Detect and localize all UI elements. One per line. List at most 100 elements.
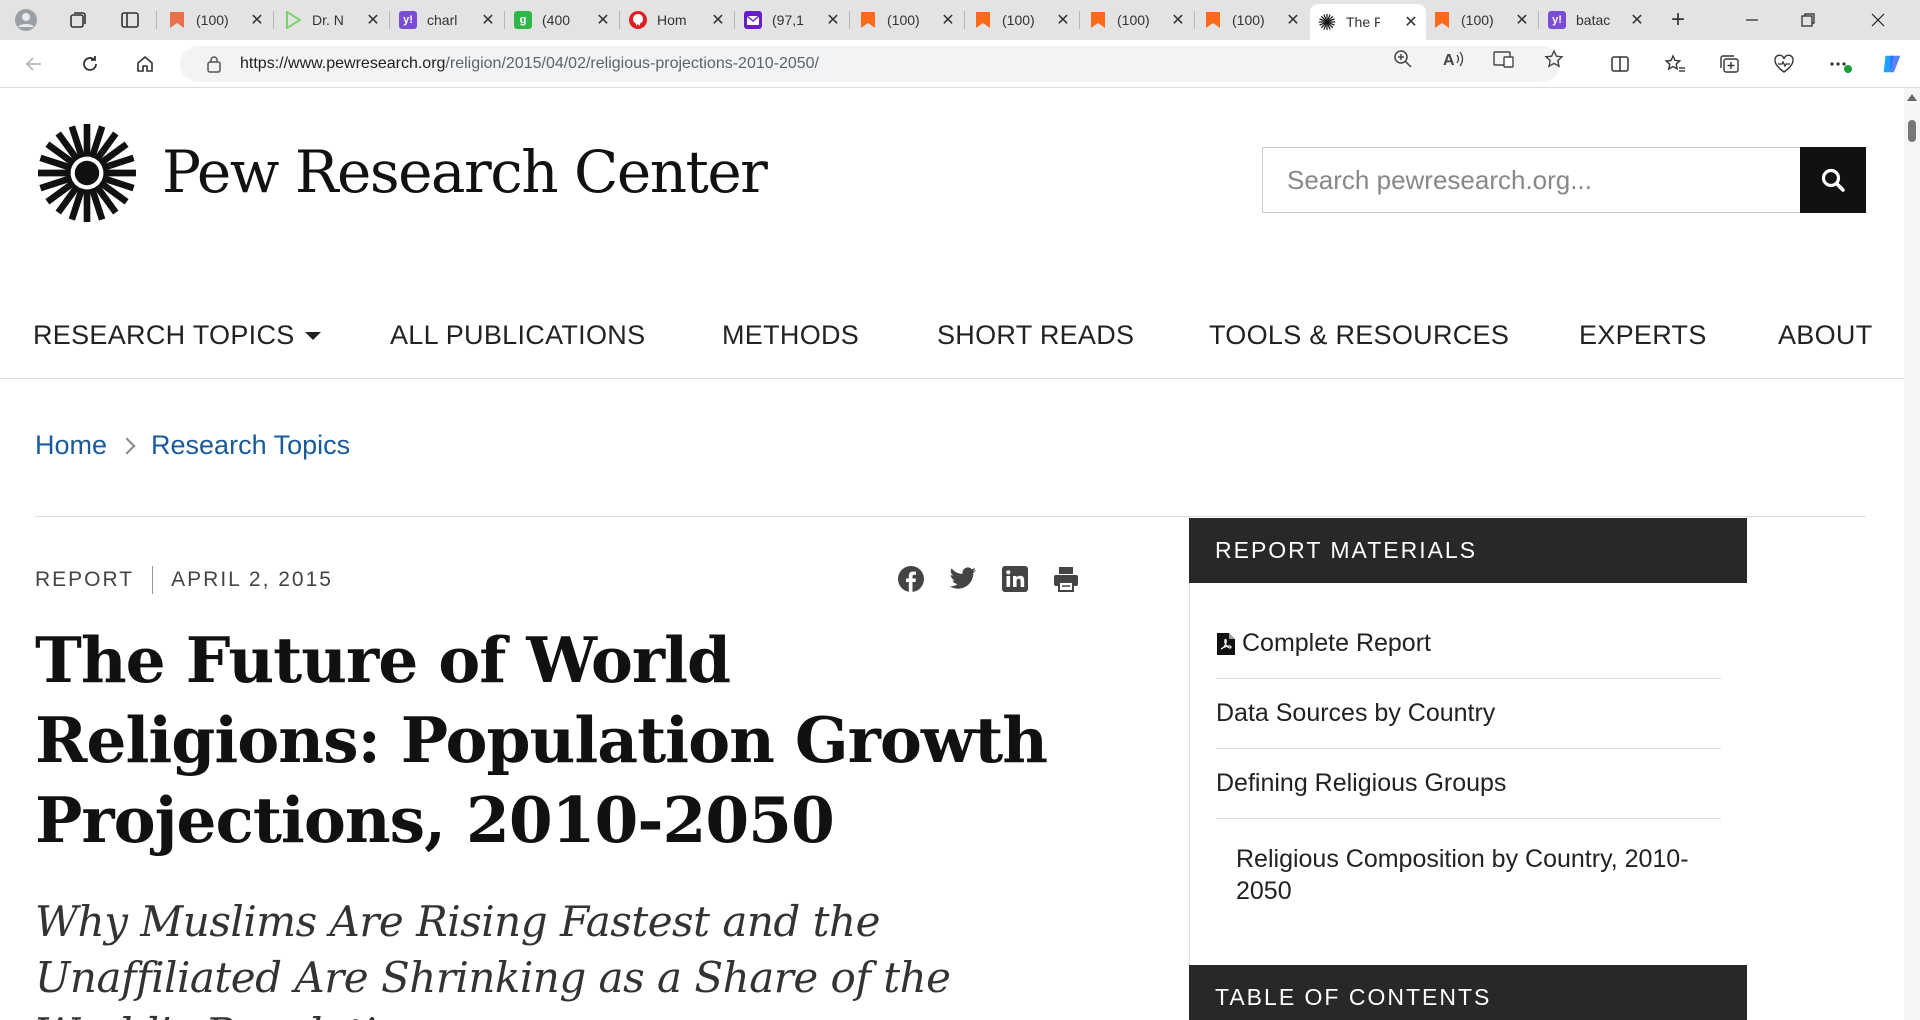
- read-aloud-icon[interactable]: A: [1443, 48, 1465, 70]
- nav-about[interactable]: ABOUT: [1778, 320, 1873, 351]
- religious-composition-link[interactable]: Religious Composition by Country, 2010-2…: [1216, 819, 1721, 907]
- more-options-icon[interactable]: [1828, 52, 1852, 76]
- tab-favicon-icon: [974, 11, 992, 29]
- pew-logo-icon[interactable]: [36, 122, 138, 224]
- address-bar-row: https://www.pewresearch.org/religion/201…: [0, 40, 1920, 88]
- close-tab-icon[interactable]: ✕: [1286, 10, 1300, 30]
- close-tab-icon[interactable]: ✕: [481, 10, 495, 30]
- browser-tab[interactable]: y! charl ✕: [391, 4, 503, 36]
- tab-actions-icon[interactable]: [118, 8, 142, 32]
- complete-report-label: Complete Report: [1242, 629, 1431, 657]
- article-subtitle: Why Muslims Are Rising Fastest and the U…: [35, 897, 951, 1020]
- site-search: [1262, 147, 1866, 213]
- browser-tab[interactable]: (100) ✕: [160, 4, 272, 36]
- browser-tab[interactable]: g (400 ✕: [506, 4, 618, 36]
- nav-research-topics[interactable]: RESEARCH TOPICS: [33, 320, 321, 351]
- browser-essentials-icon[interactable]: [1772, 52, 1796, 76]
- report-materials-header: REPORT MATERIALS: [1189, 518, 1747, 583]
- article-date: APRIL 2, 2015: [171, 568, 333, 591]
- url-domain: https://www.pewresearch.org: [240, 55, 446, 72]
- app-available-icon[interactable]: [1493, 48, 1515, 70]
- browser-tab[interactable]: Hom ✕: [621, 4, 733, 36]
- close-tab-icon[interactable]: ✕: [1171, 10, 1185, 30]
- search-input[interactable]: [1263, 148, 1800, 212]
- url-field[interactable]: https://www.pewresearch.org/religion/201…: [180, 46, 1560, 82]
- browser-tab[interactable]: (100) ✕: [1081, 4, 1193, 36]
- home-button[interactable]: [133, 52, 157, 76]
- close-window-button[interactable]: [1850, 0, 1906, 40]
- tab-title: batac: [1576, 12, 1610, 28]
- close-tab-icon[interactable]: ✕: [1630, 10, 1644, 30]
- browser-tab[interactable]: (100) ✕: [966, 4, 1078, 36]
- twitter-share-icon[interactable]: [948, 564, 978, 594]
- nav-short-reads[interactable]: SHORT READS: [937, 320, 1134, 351]
- tab-favicon-icon: g: [514, 11, 532, 29]
- favorite-star-icon[interactable]: [1543, 48, 1565, 70]
- close-tab-icon[interactable]: ✕: [1404, 12, 1418, 32]
- nav-experts[interactable]: EXPERTS: [1579, 320, 1707, 351]
- breadcrumb-research-topics[interactable]: Research Topics: [151, 430, 350, 461]
- tab-separator: [504, 11, 505, 29]
- minimize-button[interactable]: [1724, 0, 1780, 40]
- lock-icon[interactable]: [206, 55, 222, 73]
- article-meta: REPORT APRIL 2, 2015: [35, 566, 333, 594]
- profile-icon[interactable]: [14, 8, 38, 32]
- browser-tab[interactable]: y! batac ✕: [1540, 4, 1652, 36]
- complete-report-link[interactable]: Complete Report: [1216, 609, 1721, 679]
- close-tab-icon[interactable]: ✕: [941, 10, 955, 30]
- restore-button[interactable]: [1780, 0, 1836, 40]
- tab-separator: [734, 11, 735, 29]
- tab-separator: [1538, 11, 1539, 29]
- breadcrumb-divider: [35, 516, 1866, 517]
- close-tab-icon[interactable]: ✕: [596, 10, 610, 30]
- scroll-up-arrow-icon[interactable]: [1907, 94, 1917, 101]
- close-tab-icon[interactable]: ✕: [1515, 10, 1529, 30]
- main-navigation: RESEARCH TOPICS ALL PUBLICATIONS METHODS…: [0, 320, 1904, 370]
- report-materials-panel: REPORT MATERIALS Complete Report Data So…: [1189, 518, 1747, 1020]
- facebook-share-icon[interactable]: [896, 564, 926, 594]
- scrollbar-thumb[interactable]: [1908, 120, 1916, 142]
- back-button[interactable]: [22, 52, 46, 76]
- nav-methods[interactable]: METHODS: [722, 320, 859, 351]
- copilot-icon[interactable]: [1880, 52, 1904, 76]
- browser-tab[interactable]: The F ✕: [1310, 4, 1426, 40]
- refresh-button[interactable]: [78, 52, 102, 76]
- browser-tab[interactable]: Dr. N ✕: [276, 4, 388, 36]
- close-tab-icon[interactable]: ✕: [1056, 10, 1070, 30]
- tab-title: Hom: [657, 12, 687, 28]
- article-title: The Future of World Religions: Populatio…: [35, 623, 1048, 857]
- workspaces-icon[interactable]: [66, 8, 90, 32]
- site-brand[interactable]: Pew Research Center: [162, 138, 768, 206]
- caret-down-icon: [304, 331, 321, 340]
- new-tab-button[interactable]: +: [1666, 6, 1690, 33]
- nav-tools-resources[interactable]: TOOLS & RESOURCES: [1209, 320, 1509, 351]
- search-button[interactable]: [1800, 147, 1866, 213]
- page-scrollbar[interactable]: [1904, 88, 1920, 1020]
- nav-all-publications[interactable]: ALL PUBLICATIONS: [390, 320, 645, 351]
- browser-tab[interactable]: (100) ✕: [1196, 4, 1308, 36]
- split-screen-icon[interactable]: [1608, 52, 1632, 76]
- url-path: /religion/2015/04/02/religious-projectio…: [445, 55, 819, 72]
- close-tab-icon[interactable]: ✕: [711, 10, 725, 30]
- browser-tab[interactable]: (100) ✕: [851, 4, 963, 36]
- zoom-icon[interactable]: [1392, 48, 1414, 70]
- collections-icon[interactable]: [1718, 52, 1742, 76]
- print-icon[interactable]: [1051, 564, 1081, 594]
- linkedin-share-icon[interactable]: [1000, 564, 1030, 594]
- browser-tab[interactable]: (97,1 ✕: [736, 4, 848, 36]
- tab-title: (100): [1461, 12, 1494, 28]
- defining-religious-groups-link[interactable]: Defining Religious Groups: [1216, 749, 1721, 819]
- tab-favicon-icon: [1204, 11, 1222, 29]
- article-type: REPORT: [35, 568, 135, 591]
- tab-separator: [1194, 11, 1195, 29]
- svg-text:A: A: [1443, 52, 1455, 69]
- web-page: Pew Research Center RESEARCH TOPICS ALL …: [0, 88, 1904, 1020]
- data-sources-link[interactable]: Data Sources by Country: [1216, 679, 1721, 749]
- breadcrumb-home[interactable]: Home: [35, 430, 107, 461]
- close-tab-icon[interactable]: ✕: [366, 10, 380, 30]
- close-tab-icon[interactable]: ✕: [826, 10, 840, 30]
- table-of-contents-header[interactable]: TABLE OF CONTENTS: [1189, 965, 1747, 1020]
- browser-tab[interactable]: (100) ✕: [1425, 4, 1537, 36]
- close-tab-icon[interactable]: ✕: [250, 10, 264, 30]
- favorites-icon[interactable]: [1663, 52, 1687, 76]
